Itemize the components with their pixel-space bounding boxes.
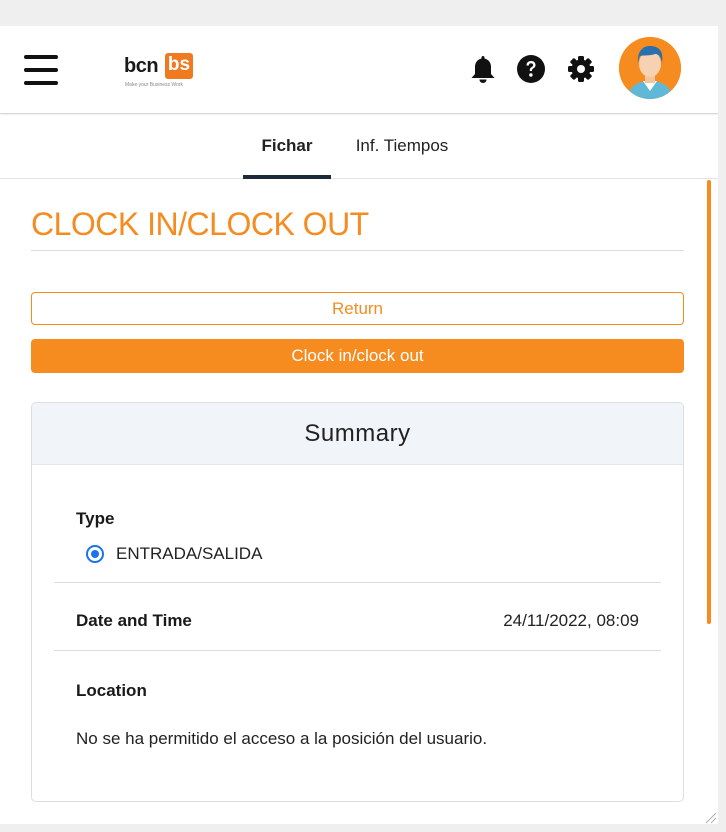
bell-icon[interactable] — [468, 52, 498, 86]
return-button[interactable]: Return — [31, 292, 684, 325]
app-window: bcn bs Make your Business Work Fichar In… — [0, 26, 718, 824]
type-radio-option[interactable]: ENTRADA/SALIDA — [86, 543, 262, 565]
datetime-label: Date and Time — [76, 611, 192, 630]
top-bar: bcn bs Make your Business Work — [0, 26, 718, 114]
summary-title: Summary — [32, 403, 683, 465]
location-label: Location — [76, 681, 147, 700]
tab-bar: Fichar Inf. Tiempos — [0, 115, 718, 179]
tab-inf-tiempos[interactable]: Inf. Tiempos — [340, 115, 464, 179]
resize-grip-icon[interactable] — [703, 810, 717, 824]
clock-in-out-button[interactable]: Clock in/clock out — [31, 339, 684, 373]
help-icon[interactable] — [516, 52, 546, 86]
title-divider — [31, 250, 684, 251]
location-value: No se ha permitido el acceso a la posici… — [76, 729, 488, 748]
avatar[interactable] — [619, 37, 681, 99]
summary-card: Summary Type ENTRADA/SALIDA Date and Tim… — [31, 402, 684, 802]
logo-tagline: Make your Business Work — [125, 82, 183, 88]
type-label: Type — [76, 509, 115, 528]
tab-fichar[interactable]: Fichar — [243, 115, 331, 179]
scrollbar[interactable] — [707, 180, 711, 624]
logo[interactable]: bcn bs Make your Business Work — [124, 51, 196, 89]
radio-selected-icon[interactable] — [86, 545, 104, 563]
datetime-value: 24/11/2022, 08:09 — [503, 611, 639, 630]
logo-text: bcn — [124, 55, 159, 77]
menu-icon[interactable] — [24, 55, 58, 85]
gear-icon[interactable] — [566, 52, 596, 86]
logo-box: bs — [165, 53, 193, 79]
type-option-label: ENTRADA/SALIDA — [116, 544, 263, 563]
page-title: CLOCK IN/CLOCK OUT — [31, 206, 369, 242]
divider — [54, 582, 661, 583]
main-content: CLOCK IN/CLOCK OUT Return Clock in/clock… — [0, 180, 718, 824]
divider — [54, 650, 661, 651]
